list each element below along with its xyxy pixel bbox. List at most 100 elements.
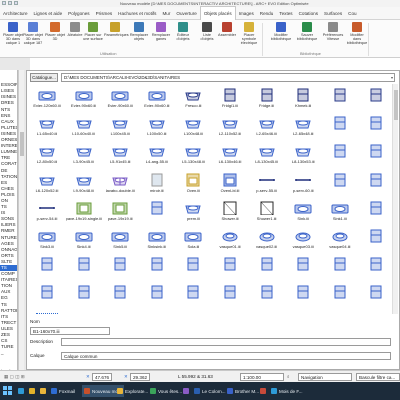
catalogue-item[interactable]	[212, 253, 248, 281]
ribbon-tab[interactable]: Lignes et aide	[31, 7, 66, 20]
catalogue-item[interactable]: Sinksink.iii	[139, 225, 175, 253]
category-scrollbar[interactable]	[18, 70, 24, 370]
ribbon-tab[interactable]: Polygones	[65, 7, 92, 20]
grid-scrollbar[interactable]	[392, 84, 398, 314]
ribbon-button[interactable]: Placer objet 3D	[44, 22, 66, 52]
ribbon-tab[interactable]: Textes	[276, 7, 295, 20]
catalogue-item[interactable]: L100x48.iii	[175, 112, 211, 140]
catalogue-item[interactable]	[358, 225, 394, 253]
redo-icon[interactable]	[14, 1, 18, 5]
catalogue-item[interactable]: L100x45.iii	[102, 112, 138, 140]
taskbar-app[interactable]	[258, 385, 268, 397]
catalogue-item[interactable]: Shower.iii	[212, 197, 248, 225]
ribbon-button[interactable]: Assembler	[216, 22, 238, 52]
taskbar-app[interactable]: Mois de F...	[269, 385, 305, 397]
catalogue-item[interactable]	[29, 310, 65, 314]
catalogue-item[interactable]: L5-91x45.iii	[102, 140, 138, 168]
catalogue-item[interactable]	[139, 281, 175, 309]
catalogue-item[interactable]: Evier-90x60.iii	[102, 84, 138, 112]
name-field[interactable]: B1-160x70.iii	[30, 327, 110, 335]
catalogue-item[interactable]: Sola.iii	[175, 225, 211, 253]
catalogue-item[interactable]: vasque04.iii	[322, 225, 358, 253]
save-icon[interactable]	[2, 1, 6, 5]
catalogue-item[interactable]: vasque01.iii	[212, 225, 248, 253]
catalogue-item[interactable]	[322, 169, 358, 197]
chevron-down-icon[interactable]: ▾	[391, 74, 393, 82]
ribbon-tab[interactable]: Mur	[159, 7, 173, 20]
catalogue-path-select[interactable]: D:\MES DOCUMENTS\ARCAL8-EVO\2D&3D\SANITA…	[61, 73, 395, 82]
ribbon-button[interactable]: Modifier bibliothèque	[270, 22, 292, 52]
zoom-icon[interactable]: ⌕	[287, 373, 290, 381]
taskbar-app[interactable]	[16, 385, 26, 397]
catalogue-item[interactable]	[322, 253, 358, 281]
catalogue-item[interactable]: Evier-90x60.iii	[66, 84, 102, 112]
ribbon-tab[interactable]: Rendu	[257, 7, 277, 20]
catalogue-item[interactable]	[139, 197, 175, 225]
catalogue-item[interactable]	[102, 281, 138, 309]
catalogue-button[interactable]: Catalogue...	[30, 73, 58, 82]
ribbon-tab[interactable]: Objets placés	[199, 6, 236, 20]
taskbar-app[interactable]: Le Colom...	[192, 385, 228, 397]
catalogue-item[interactable]	[358, 140, 394, 168]
catalogue-item[interactable]: Khmek.iii	[285, 84, 321, 112]
ribbon-button[interactable]: Remplacer objets	[128, 22, 150, 52]
taskbar-app[interactable]	[38, 385, 48, 397]
taskbar-app[interactable]	[27, 385, 37, 397]
catalogue-item[interactable]	[175, 253, 211, 281]
catalogue-item[interactable]	[66, 253, 102, 281]
catalogue-item[interactable]: L2-80x50.iii	[29, 140, 65, 168]
catalogue-item[interactable]	[358, 281, 394, 309]
catalogue-item[interactable]: L2-65x46.iii	[249, 112, 285, 140]
undo-icon[interactable]	[8, 1, 12, 5]
ribbon-button[interactable]: Éditeur d'objets	[172, 22, 194, 52]
category-tree-item[interactable]: TATIONS	[0, 174, 17, 180]
ribbon-tab[interactable]: Surfaces	[321, 7, 345, 20]
catalogue-item[interactable]: L1-65x40.iii	[29, 112, 65, 140]
catalogue-item[interactable]	[358, 84, 394, 112]
ribbon-tab[interactable]: Prismes	[93, 7, 116, 20]
catalogue-item[interactable]	[322, 112, 358, 140]
catalogue-item[interactable]: miroir.iii	[139, 169, 175, 197]
ribbon-tab[interactable]: Hachures et motifs	[115, 7, 159, 20]
category-tree-item[interactable]: CORATIONS	[0, 161, 17, 167]
grid-icon[interactable]: ▦ ▢ ◫ ⊞	[4, 373, 25, 381]
catalogue-item[interactable]: L100x50.iii	[139, 112, 175, 140]
catalogue-item[interactable]: Evier-90x60.iii	[139, 84, 175, 112]
ribbon-button[interactable]: Placer symbole électrique	[238, 22, 260, 52]
ribbon-tab[interactable]: Images	[236, 7, 257, 20]
catalogue-item[interactable]: p-serv-60.iii	[285, 169, 321, 197]
catalogue-item[interactable]	[29, 281, 65, 309]
catalogue-item[interactable]: Sink4.iii	[66, 225, 102, 253]
catalogue-item[interactable]: L4-ang-55.iii	[139, 140, 175, 168]
catalogue-item[interactable]: Sink3.iii	[29, 225, 65, 253]
mode-select[interactable]: Navigation	[298, 373, 352, 381]
catalogue-item[interactable]	[212, 281, 248, 309]
taskbar-app[interactable]: Explorate...	[115, 385, 150, 397]
filter-toggle[interactable]: Bascule filtre ca...	[356, 373, 400, 381]
catalogue-item[interactable]: Sink5.iii	[102, 225, 138, 253]
layer-select[interactable]: Calque commun	[61, 352, 391, 360]
catalogue-item[interactable]: Fridge.iii	[249, 84, 285, 112]
ribbon-button[interactable]: Remplacer ganes	[150, 22, 172, 52]
catalogue-item[interactable]	[102, 253, 138, 281]
catalogue-item[interactable]: prem.iii	[175, 197, 211, 225]
ribbon-button[interactable]: Placer objet 3D dans calque 187	[22, 22, 44, 52]
catalogue-item[interactable]	[139, 253, 175, 281]
catalogue-item[interactable]: vasque03.iii	[285, 225, 321, 253]
windows-start-icon[interactable]	[3, 386, 12, 395]
catalogue-item[interactable]	[358, 253, 394, 281]
ribbon-button[interactable]: Liste d'objets	[196, 22, 218, 52]
catalogue-item[interactable]: L10-60x40.iii	[66, 112, 102, 140]
catalogue-item[interactable]: L8-130x45.iii	[249, 140, 285, 168]
taskbar-app[interactable]: Vous êtes...	[148, 385, 184, 397]
ribbon-button[interactable]: Modifier dans bibliothèque	[346, 22, 368, 52]
catalogue-item[interactable]	[322, 84, 358, 112]
catalogue-item[interactable]	[322, 140, 358, 168]
ribbon-button[interactable]: Paramétriques	[104, 22, 129, 52]
catalogue-item[interactable]: Evier-120x60.iii	[29, 84, 65, 112]
category-scrollbar-thumb[interactable]	[20, 132, 24, 156]
ribbon-button[interactable]: Placer sur une surface	[82, 22, 104, 52]
grid-scrollbar-thumb[interactable]	[394, 90, 398, 120]
catalogue-item[interactable]	[249, 253, 285, 281]
catalogue-item[interactable]: Fresco.iii	[175, 84, 211, 112]
